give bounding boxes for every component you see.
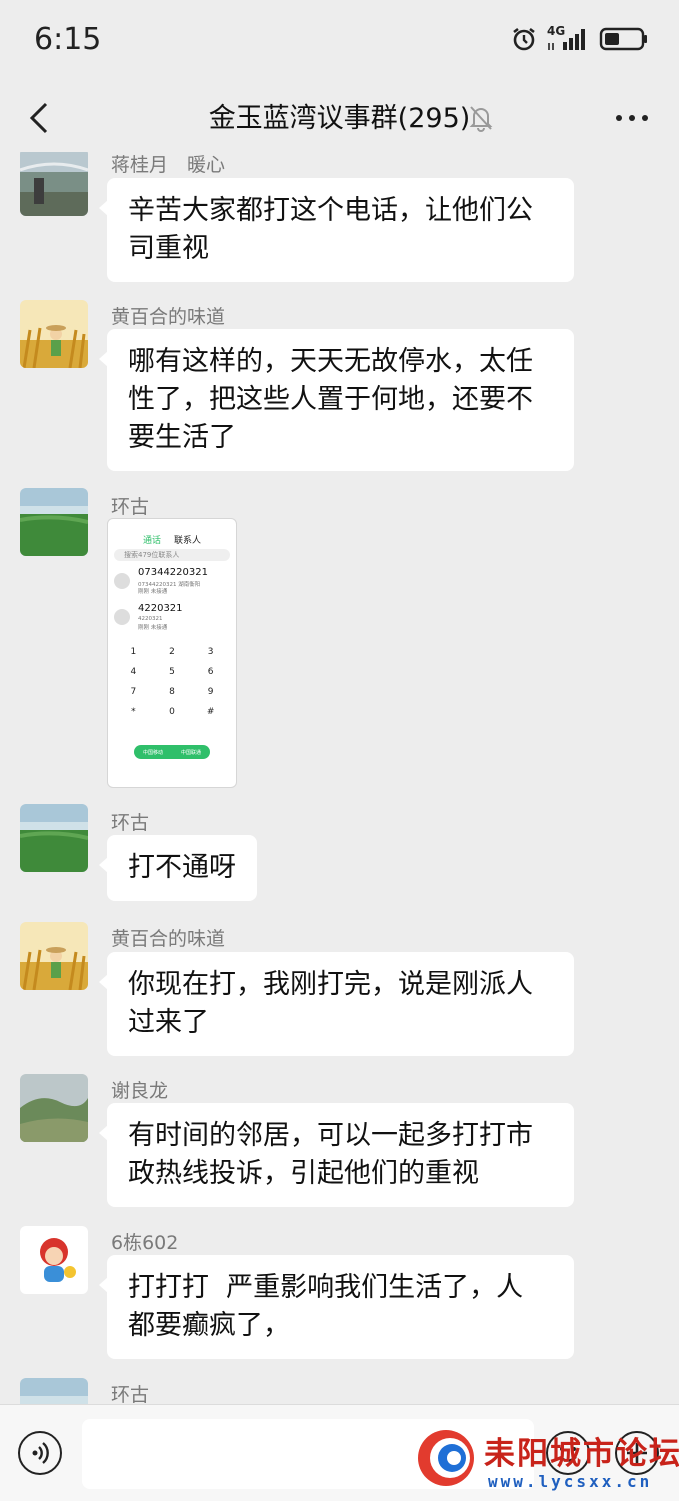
call-status: 刚刚 未接通 bbox=[138, 625, 168, 631]
sender-name: 蒋桂月 暖心 bbox=[111, 154, 226, 176]
sender-name: 环古 bbox=[111, 496, 150, 518]
call-button-label: 中国移动 bbox=[142, 749, 163, 756]
watermark-url: www.lycsxx.cn bbox=[488, 1472, 653, 1491]
keypad-key: 4 bbox=[130, 667, 137, 677]
message-line: 打不通呀 bbox=[128, 852, 236, 883]
message-line: 你现在打，我刚打完，说是刚派人 bbox=[128, 969, 533, 1000]
sender-name: 黄百合的味道 bbox=[111, 306, 226, 328]
tab-calls: 通话 bbox=[143, 536, 162, 546]
avatar[interactable] bbox=[20, 1226, 88, 1294]
message-bubble[interactable]: 你现在打，我刚打完，说是刚派人 过来了 bbox=[99, 952, 574, 1056]
status-time: 6:15 bbox=[34, 22, 102, 57]
avatar[interactable] bbox=[20, 1074, 88, 1142]
keypad-key: 3 bbox=[207, 647, 214, 657]
avatar[interactable] bbox=[20, 922, 88, 990]
call-sub: 4220321 bbox=[138, 616, 163, 622]
status-icons: 4G bbox=[511, 24, 649, 52]
message-bubble[interactable]: 辛苦大家都打这个电话，让他们公 司重视 bbox=[99, 178, 574, 282]
status-bar: 6:15 4G bbox=[0, 0, 679, 84]
avatar[interactable] bbox=[20, 488, 88, 556]
call-number: 07344220321 bbox=[138, 567, 208, 578]
image-message[interactable]: 通话 联系人 搜索479位联系人 07344220321 07344220321… bbox=[107, 518, 237, 788]
alarm-icon bbox=[513, 27, 535, 51]
message-line: 哪有这样的，天天无故停水，太任 bbox=[128, 346, 533, 377]
avatar[interactable] bbox=[20, 300, 88, 368]
phone-search: 搜索479位联系人 bbox=[114, 549, 230, 561]
tab-contacts: 联系人 bbox=[173, 536, 201, 546]
site-watermark: 耒阳城市论坛 www.lycsxx.cn bbox=[414, 1422, 679, 1498]
avatar[interactable] bbox=[20, 804, 88, 872]
phone-tabs: 通话 联系人 bbox=[108, 533, 236, 546]
sender-name: 环古 bbox=[111, 1384, 150, 1404]
more-icon[interactable] bbox=[615, 106, 649, 130]
keypad-key: 2 bbox=[169, 647, 175, 657]
watermark-title: 耒阳城市论坛 bbox=[484, 1436, 679, 1472]
keypad-key: 0 bbox=[169, 707, 175, 717]
avatar[interactable] bbox=[20, 1378, 88, 1404]
battery-icon bbox=[599, 27, 647, 51]
call-status: 刚刚 未接通 bbox=[138, 589, 168, 595]
voice-icon[interactable] bbox=[18, 1431, 62, 1475]
message-line: 都要癫疯了， bbox=[128, 1310, 290, 1341]
keypad-key: * bbox=[131, 707, 136, 717]
keypad-key: 1 bbox=[130, 647, 137, 657]
message-bubble[interactable]: 打不通呀 bbox=[99, 835, 257, 901]
site-logo-icon bbox=[418, 1430, 474, 1486]
message-line: 辛苦大家都打这个电话，让他们公 bbox=[128, 195, 533, 226]
message-bubble[interactable]: 有时间的邻居，可以一起多打打市 政热线投诉，引起他们的重视 bbox=[99, 1103, 574, 1207]
message-list[interactable]: 蒋桂月 暖心 辛苦大家都打这个电话，让他们公 司重视 黄百合的味道 哪有这样的，… bbox=[0, 152, 679, 1404]
sender-name: 黄百合的味道 bbox=[111, 928, 226, 950]
message-line: 有时间的邻居，可以一起多打打市 bbox=[128, 1120, 533, 1151]
avatar[interactable] bbox=[20, 152, 88, 216]
message-line: 政热线投诉，引起他们的重视 bbox=[128, 1158, 479, 1189]
signal-icon: 4G bbox=[547, 24, 589, 52]
keypad-key: 6 bbox=[207, 667, 214, 677]
message-bubble[interactable]: 哪有这样的，天天无故停水，太任 性了，把这些人置于何地，还要不 要生活了 bbox=[99, 329, 574, 471]
sender-name: 谢良龙 bbox=[111, 1080, 169, 1102]
message-line: 性了，把这些人置于何地，还要不 bbox=[128, 384, 533, 415]
call-number: 4220321 bbox=[138, 603, 183, 614]
mute-bell-icon bbox=[469, 106, 493, 132]
keypad: 1 2 3 4 5 6 7 8 9 * 0 # bbox=[114, 647, 230, 717]
keypad-key: 9 bbox=[207, 687, 214, 697]
keypad-key: 7 bbox=[130, 687, 137, 697]
message-line: 过来了 bbox=[128, 1007, 209, 1038]
message-line: 要生活了 bbox=[128, 422, 236, 453]
message-bubble[interactable]: 打打打 严重影响我们生活了，人 都要癫疯了， bbox=[99, 1255, 574, 1359]
chat-title: 金玉蓝湾议事群(295) bbox=[208, 103, 471, 134]
message-line: 司重视 bbox=[128, 233, 209, 264]
keypad-key: # bbox=[206, 707, 215, 717]
call-buttons: 中国移动 中国联通 bbox=[134, 745, 210, 759]
keypad-key: 5 bbox=[169, 667, 175, 677]
sender-name: 6栋602 bbox=[111, 1232, 179, 1254]
call-button-label: 中国联通 bbox=[180, 749, 201, 756]
keypad-key: 8 bbox=[169, 687, 175, 697]
chat-header: 金玉蓝湾议事群(295) bbox=[0, 84, 679, 152]
message-line: 打打打 严重影响我们生活了，人 bbox=[128, 1272, 524, 1303]
sender-name: 环古 bbox=[111, 812, 150, 834]
